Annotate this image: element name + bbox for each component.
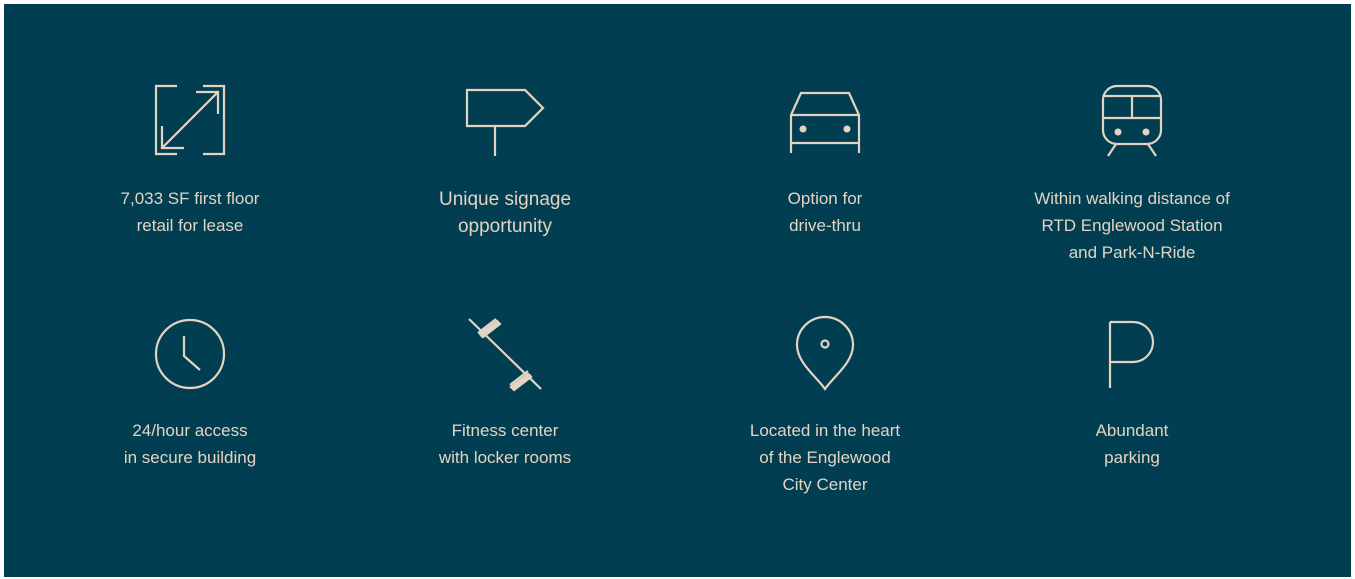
feature-label: Option for drive-thru (787, 189, 863, 235)
parking-icon (1107, 320, 1157, 390)
feature-label: Fitness center with locker rooms (438, 421, 572, 467)
feature-label: Abundant parking (1095, 421, 1169, 467)
feature-label: Within walking distance of RTD Englewood… (1034, 189, 1230, 262)
feature-label: 24/hour access in secure building (123, 421, 257, 467)
clock-icon (154, 318, 226, 390)
signpost-icon (465, 88, 545, 158)
feature-label: 7,033 SF first floor retail for lease (120, 189, 260, 235)
amenities-panel: 7,033 SF first floor retail for lease Un… (4, 4, 1351, 577)
feature-label: Unique signage opportunity (438, 189, 572, 237)
expand-arrows-icon (154, 84, 226, 156)
train-icon (1100, 84, 1164, 160)
car-icon (789, 91, 861, 155)
location-pin-icon (795, 315, 855, 391)
dumbbell-icon (467, 317, 543, 392)
feature-label: Located in the heart of the Englewood Ci… (749, 421, 901, 494)
